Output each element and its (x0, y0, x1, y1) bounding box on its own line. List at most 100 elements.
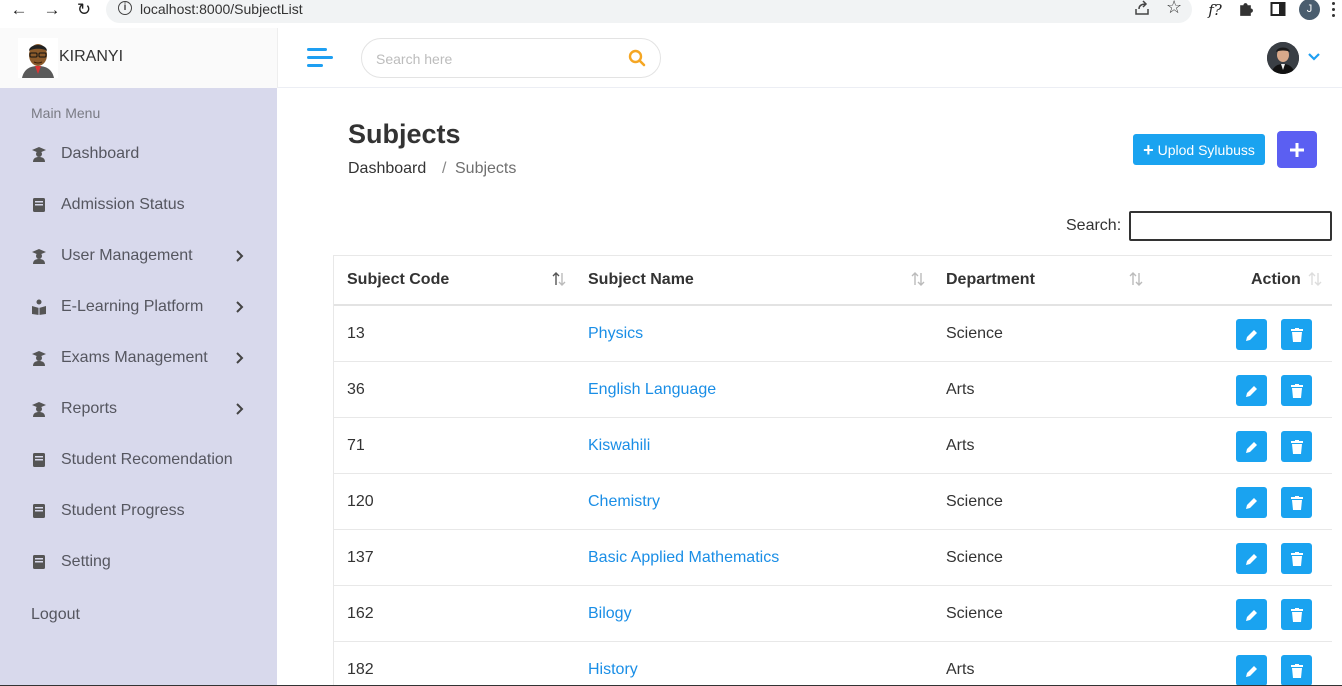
cell-subject-name-link[interactable]: Basic Applied Mathematics (588, 549, 779, 567)
back-icon[interactable]: ← (9, 0, 29, 19)
cell-subject-name-link[interactable]: English Language (588, 381, 716, 399)
table-search-label: Search: (1066, 217, 1122, 234)
browser-toolbar: ← → ↻ i localhost:8000/SubjectList ☆ f? … (0, 0, 1342, 23)
url-text[interactable]: localhost:8000/SubjectList (140, 1, 303, 17)
trash-icon (1290, 383, 1303, 398)
brand-avatar (18, 38, 58, 78)
book-icon (33, 453, 45, 467)
delete-button[interactable] (1281, 375, 1312, 406)
cell-subject-name-link[interactable]: Physics (588, 325, 643, 343)
trash-icon (1290, 551, 1303, 566)
sidebar-item-label: Dashboard (61, 145, 140, 162)
cell-subject-name-link[interactable]: Kiswahili (588, 437, 650, 455)
sidebar-item-dashboard[interactable]: Dashboard (0, 135, 277, 175)
breadcrumb-separator: / (442, 160, 447, 177)
pencil-icon (1245, 385, 1257, 397)
cell-department: Science (946, 549, 1003, 566)
user-avatar[interactable] (1267, 42, 1299, 74)
trash-icon (1290, 607, 1303, 622)
header-search (361, 38, 661, 78)
breadcrumb-home[interactable]: Dashboard (348, 160, 426, 178)
edit-button[interactable] (1236, 319, 1267, 350)
upload-syllabus-label: Uplod Sylubuss (1157, 141, 1255, 158)
menu-toggle-icon[interactable] (307, 46, 333, 70)
subjects-table: Subject Code Subject Name Department Act… (333, 255, 1332, 686)
cell-subject-code: 71 (347, 437, 365, 454)
add-subject-button[interactable] (1277, 131, 1317, 168)
browser-menu-icon[interactable] (1330, 0, 1336, 19)
cell-department: Arts (946, 381, 975, 398)
table-row: 182 History Arts (334, 642, 1332, 686)
side-panel-icon[interactable] (1270, 1, 1286, 17)
edit-button[interactable] (1236, 375, 1267, 406)
chevron-right-icon (236, 250, 244, 262)
delete-button[interactable] (1281, 487, 1312, 518)
trash-icon (1290, 663, 1303, 678)
cell-department: Science (946, 605, 1003, 622)
browser-profile-avatar[interactable]: J (1299, 0, 1320, 20)
chevron-down-icon[interactable] (1307, 52, 1321, 62)
graduate-icon (32, 249, 46, 264)
cell-subject-name-link[interactable]: History (588, 661, 638, 679)
cell-subject-code: 162 (347, 605, 374, 622)
column-header-department[interactable]: Department (946, 271, 1035, 289)
edit-button[interactable] (1236, 487, 1267, 518)
pencil-icon (1245, 497, 1257, 509)
search-input[interactable] (376, 48, 616, 70)
cell-subject-name-link[interactable]: Chemistry (588, 493, 660, 511)
search-icon[interactable] (628, 49, 646, 67)
column-header-action[interactable]: Action (1251, 271, 1301, 289)
cell-department: Science (946, 325, 1003, 342)
chevron-right-icon (236, 352, 244, 364)
pencil-icon (1245, 553, 1257, 565)
cell-subject-code: 13 (347, 325, 365, 342)
sidebar-item-reports[interactable]: Reports (0, 390, 277, 430)
address-bar[interactable]: i localhost:8000/SubjectList ☆ (106, 0, 1192, 23)
book-icon (33, 555, 45, 569)
trash-icon (1290, 439, 1303, 454)
sort-icon[interactable] (552, 270, 566, 288)
delete-button[interactable] (1281, 319, 1312, 350)
sort-icon[interactable] (1129, 270, 1143, 288)
sidebar-item-admission-status[interactable]: Admission Status (0, 186, 277, 226)
reader-icon (32, 299, 46, 315)
forward-icon[interactable]: → (42, 0, 62, 19)
sidebar-item-student-progress[interactable]: Student Progress (0, 492, 277, 532)
logout-link[interactable]: Logout (31, 606, 80, 624)
top-header: KIRANYI (0, 28, 1342, 88)
pencil-icon (1245, 441, 1257, 453)
edit-button[interactable] (1236, 543, 1267, 574)
sidebar-item-label: User Management (61, 247, 193, 264)
upload-syllabus-button[interactable]: + Uplod Sylubuss (1133, 134, 1265, 165)
edit-button[interactable] (1236, 431, 1267, 462)
site-info-icon[interactable]: i (118, 1, 132, 15)
brand-name: KIRANYI (59, 48, 124, 65)
share-icon[interactable] (1134, 0, 1150, 16)
column-header-subject-name[interactable]: Subject Name (588, 271, 694, 289)
delete-button[interactable] (1281, 655, 1312, 686)
sort-icon[interactable] (1308, 270, 1322, 288)
sidebar-item-student-recomendation[interactable]: Student Recomendation (0, 441, 277, 481)
chevron-right-icon (236, 403, 244, 415)
formula-extension-icon[interactable]: f? (1205, 0, 1225, 19)
sidebar-item-exams-management[interactable]: Exams Management (0, 339, 277, 379)
sidebar-item-user-management[interactable]: User Management (0, 237, 277, 277)
trash-icon (1290, 327, 1303, 342)
extensions-puzzle-icon[interactable] (1237, 1, 1254, 18)
reload-icon[interactable]: ↻ (74, 0, 94, 19)
cell-subject-name-link[interactable]: Bilogy (588, 605, 632, 623)
sidebar-item-label: Student Recomendation (61, 451, 233, 468)
delete-button[interactable] (1281, 431, 1312, 462)
bookmark-star-icon[interactable]: ☆ (1166, 0, 1182, 18)
sidebar-item-e-learning-platform[interactable]: E-Learning Platform (0, 288, 277, 328)
table-search-input[interactable] (1129, 211, 1332, 241)
delete-button[interactable] (1281, 599, 1312, 630)
edit-button[interactable] (1236, 655, 1267, 686)
brand[interactable]: KIRANYI (0, 28, 278, 88)
sidebar-item-label: Exams Management (61, 349, 208, 366)
sidebar-item-setting[interactable]: Setting (0, 543, 277, 583)
column-header-subject-code[interactable]: Subject Code (347, 271, 449, 289)
edit-button[interactable] (1236, 599, 1267, 630)
delete-button[interactable] (1281, 543, 1312, 574)
sort-icon[interactable] (911, 270, 925, 288)
